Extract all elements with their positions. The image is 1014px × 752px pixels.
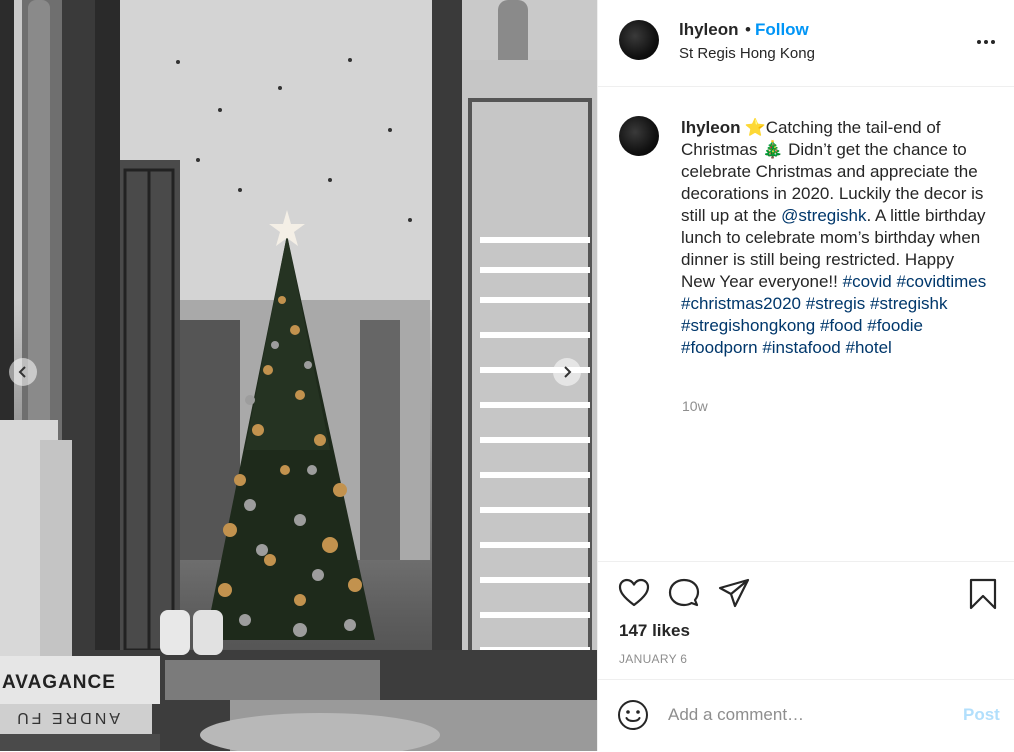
caption-area: lhyleon ⭐Catching the tail-end of Christm… [598, 87, 1014, 561]
hashtag-link[interactable]: #christmas2020 [681, 294, 801, 313]
chevron-right-icon [564, 366, 572, 378]
caption-avatar[interactable] [619, 116, 659, 156]
caption-username[interactable]: lhyleon [681, 118, 741, 137]
header-username[interactable]: lhyleon [679, 20, 739, 40]
post-header: lhyleon • Follow St Regis Hong Kong [598, 0, 1014, 87]
caption-time-ago[interactable]: 10w [682, 398, 708, 414]
share-icon[interactable] [718, 578, 750, 608]
bookmark-icon[interactable] [968, 578, 998, 610]
chevron-left-icon [18, 366, 26, 378]
hashtag-link[interactable]: #foodie [867, 316, 923, 335]
hashtag-link[interactable]: #covidtimes [896, 272, 986, 291]
comment-input[interactable] [668, 702, 938, 728]
hashtag-link[interactable]: #food [820, 316, 863, 335]
hashtag-link[interactable]: #stregishongkong [681, 316, 815, 335]
hashtag-link[interactable]: #instafood [762, 338, 840, 357]
hashtag-link[interactable]: #stregishk [870, 294, 947, 313]
star-emoji: ⭐ [744, 118, 766, 137]
comment-icon[interactable] [668, 578, 700, 608]
post-photo[interactable]: AVAGANCE ANDRE FU [0, 0, 597, 751]
book-title-text: AVAGANCE [2, 672, 116, 693]
more-options-icon[interactable] [976, 32, 996, 52]
post-date: JANUARY 6 [619, 652, 688, 666]
tree-emoji: 🎄 [762, 140, 784, 159]
follow-button[interactable]: Follow [755, 20, 809, 39]
emoji-icon[interactable] [617, 699, 649, 731]
hashtag-link[interactable]: #foodporn [681, 338, 758, 357]
post-caption: lhyleon ⭐Catching the tail-end of Christm… [681, 117, 987, 359]
book-author-text: ANDRE FU [14, 709, 120, 726]
separator-dot: • [745, 20, 751, 39]
carousel-next-button[interactable] [553, 358, 581, 386]
location-link[interactable]: St Regis Hong Kong [679, 45, 815, 62]
post-photo-art: AVAGANCE ANDRE FU [0, 0, 597, 751]
likes-count[interactable]: 147 likes [619, 621, 690, 641]
post-side-panel: lhyleon • Follow St Regis Hong Kong lhyle… [597, 0, 1014, 751]
heart-icon[interactable] [618, 578, 650, 608]
hashtag-link[interactable]: #stregis [806, 294, 866, 313]
comment-bar: Post [598, 679, 1014, 752]
post-comment-button[interactable]: Post [963, 705, 1000, 725]
hashtag-link[interactable]: #hotel [846, 338, 892, 357]
carousel-prev-button[interactable] [9, 358, 37, 386]
avatar[interactable] [619, 20, 659, 60]
follow-wrap: • Follow [745, 20, 809, 40]
mention-link[interactable]: @stregishk [781, 206, 866, 225]
hashtag-link[interactable]: #covid [843, 272, 892, 291]
post-actions: 147 likes JANUARY 6 [598, 561, 1014, 680]
